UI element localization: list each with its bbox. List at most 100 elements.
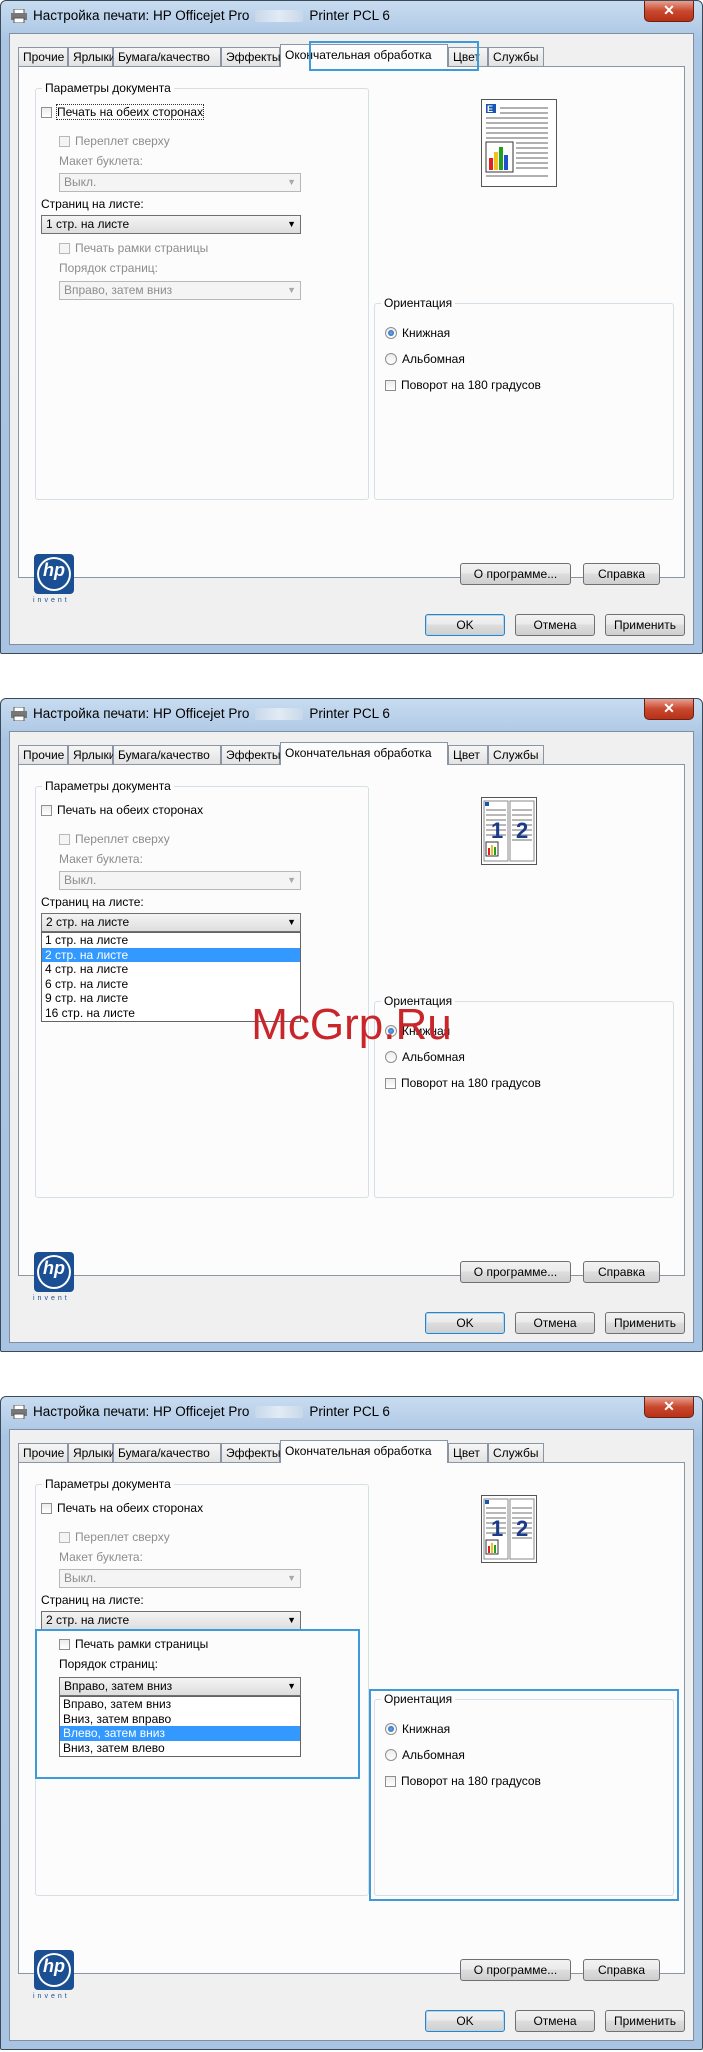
hp-logo-text: hp <box>43 560 65 580</box>
tab-shortcuts[interactable]: Ярлыки <box>68 1443 116 1462</box>
dialog-client: Прочие Ярлыки Бумага/качество Эффекты Ок… <box>9 33 694 645</box>
about-button[interactable]: О программе... <box>460 1261 571 1283</box>
page-order-dropdown[interactable]: Вправо, затем вниз ▼ <box>59 281 301 300</box>
pages-per-sheet-dropdown[interactable]: 2 стр. на листе ▼ <box>41 1611 301 1630</box>
list-item[interactable]: 4 стр. на листе <box>42 962 300 977</box>
landscape-radio[interactable]: Альбомная <box>385 1748 465 1763</box>
tab-color[interactable]: Цвет <box>448 47 488 66</box>
pages-per-sheet-dropdown[interactable]: 2 стр. на листе ▼ <box>41 913 301 932</box>
tab-effects[interactable]: Эффекты <box>221 1443 281 1462</box>
about-button[interactable]: О программе... <box>460 1959 571 1981</box>
ok-button[interactable]: OK <box>425 2010 505 2032</box>
print-settings-window-3: Настройка печати: HP Officejet Pro Printe… <box>0 1396 703 2050</box>
flip-top-checkbox[interactable]: Переплет сверху <box>59 134 170 149</box>
tab-paper-quality[interactable]: Бумага/качество <box>113 47 221 66</box>
list-item-selected[interactable]: 2 стр. на листе <box>42 947 300 963</box>
list-item[interactable]: 6 стр. на листе <box>42 977 300 992</box>
list-item-selected[interactable]: Влево, затем вниз <box>60 1726 300 1741</box>
pages-per-sheet-value: 2 стр. на листе <box>46 915 130 929</box>
tab-finishing[interactable]: Окончательная обработка <box>280 44 448 67</box>
duplex-checkbox[interactable]: Печать на обеих сторонах <box>41 1501 203 1516</box>
booklet-value: Выкл. <box>64 873 97 887</box>
apply-button[interactable]: Применить <box>605 1312 685 1334</box>
rotate-checkbox[interactable]: Поворот на 180 градусов <box>385 1774 541 1789</box>
tab-other[interactable]: Прочие <box>18 1443 68 1462</box>
tab-color[interactable]: Цвет <box>448 745 488 764</box>
svg-text:E: E <box>487 104 493 114</box>
tab-services[interactable]: Службы <box>488 745 544 764</box>
tab-other[interactable]: Прочие <box>18 745 68 764</box>
tab-services[interactable]: Службы <box>488 47 544 66</box>
chevron-down-icon: ▼ <box>287 177 296 187</box>
booklet-dropdown[interactable]: Выкл. ▼ <box>59 173 301 192</box>
about-button[interactable]: О программе... <box>460 563 571 585</box>
two-up-preview-icon: 1 2 <box>483 1498 535 1560</box>
page-order-label: Порядок страниц: <box>59 1657 158 1671</box>
window-title: Настройка печати: HP Officejet Pro Printe… <box>33 1404 390 1419</box>
help-button[interactable]: Справка <box>583 1959 660 1981</box>
list-item[interactable]: Вправо, затем вниз <box>60 1697 300 1712</box>
tab-shortcuts[interactable]: Ярлыки <box>68 47 116 66</box>
finishing-panel: Параметры документа Печать на обеих стор… <box>18 1462 685 2000</box>
list-item[interactable]: Вниз, затем вправо <box>60 1712 300 1727</box>
page-order-list: Вправо, затем вниз Вниз, затем вправо Вл… <box>59 1696 301 1757</box>
tab-finishing[interactable]: Окончательная обработка <box>280 1440 448 1463</box>
document-preview-icon: E <box>485 104 548 177</box>
page-order-dropdown[interactable]: Вправо, затем вниз ▼ <box>59 1677 301 1696</box>
close-button[interactable]: ✕ <box>644 1 694 22</box>
flip-top-checkbox[interactable]: Переплет сверху <box>59 832 170 847</box>
ok-button[interactable]: OK <box>425 614 505 636</box>
checkbox-box[interactable] <box>41 107 52 118</box>
tab-services[interactable]: Службы <box>488 1443 544 1462</box>
tab-paper-quality[interactable]: Бумага/качество <box>113 745 221 764</box>
cancel-button[interactable]: Отмена <box>515 1312 595 1334</box>
pages-per-sheet-label: Страниц на листе: <box>41 1593 144 1607</box>
portrait-radio[interactable]: Книжная <box>385 1722 450 1737</box>
portrait-label: Книжная <box>402 1722 451 1736</box>
tab-other[interactable]: Прочие <box>18 47 68 66</box>
ok-button[interactable]: OK <box>425 1312 505 1334</box>
booklet-dropdown[interactable]: Выкл. ▼ <box>59 1569 301 1588</box>
portrait-label: Книжная <box>402 326 451 340</box>
duplex-label: Печать на обеих сторонах <box>57 1501 204 1515</box>
cancel-button[interactable]: Отмена <box>515 2010 595 2032</box>
duplex-checkbox[interactable]: Печать на обеих сторонах <box>41 803 203 818</box>
radio-on[interactable] <box>385 327 397 339</box>
page-borders-checkbox[interactable]: Печать рамки страницы <box>59 1637 208 1652</box>
radio-off[interactable] <box>385 353 397 365</box>
close-button[interactable]: ✕ <box>644 1397 694 1418</box>
tab-effects[interactable]: Эффекты <box>221 47 281 66</box>
help-button[interactable]: Справка <box>583 1261 660 1283</box>
booklet-dropdown[interactable]: Выкл. ▼ <box>59 871 301 890</box>
cancel-button[interactable]: Отмена <box>515 614 595 636</box>
tab-color[interactable]: Цвет <box>448 1443 488 1462</box>
rotate-label: Поворот на 180 градусов <box>401 1774 541 1788</box>
flip-top-checkbox[interactable]: Переплет сверху <box>59 1530 170 1545</box>
tab-effects[interactable]: Эффекты <box>221 745 281 764</box>
pages-per-sheet-dropdown[interactable]: 1 стр. на листе ▼ <box>41 215 301 234</box>
hp-invent-text: invent <box>33 1295 70 1302</box>
close-button[interactable]: ✕ <box>644 699 694 720</box>
apply-button[interactable]: Применить <box>605 2010 685 2032</box>
flip-top-label: Переплет сверху <box>75 1530 170 1544</box>
orientation-label: Ориентация <box>381 296 456 310</box>
tab-shortcuts[interactable]: Ярлыки <box>68 745 116 764</box>
portrait-radio[interactable]: Книжная <box>385 326 450 341</box>
page-borders-checkbox[interactable]: Печать рамки страницы <box>59 241 208 256</box>
list-item[interactable]: Вниз, затем влево <box>60 1741 300 1756</box>
rotate-checkbox[interactable]: Поворот на 180 градусов <box>385 378 541 393</box>
title-bar: Настройка печати: HP Officejet Pro Printe… <box>1 1397 702 1427</box>
apply-button[interactable]: Применить <box>605 614 685 636</box>
landscape-radio[interactable]: Альбомная <box>385 1050 465 1065</box>
rotate-checkbox[interactable]: Поворот на 180 градусов <box>385 1076 541 1091</box>
tab-paper-quality[interactable]: Бумага/качество <box>113 1443 221 1462</box>
hp-logo-text: hp <box>43 1258 65 1278</box>
help-button[interactable]: Справка <box>583 563 660 585</box>
landscape-radio[interactable]: Альбомная <box>385 352 465 367</box>
list-item[interactable]: 1 стр. на листе <box>42 933 300 948</box>
tab-finishing[interactable]: Окончательная обработка <box>280 742 448 765</box>
booklet-label: Макет буклета: <box>59 154 143 168</box>
landscape-label: Альбомная <box>402 1748 465 1762</box>
duplex-checkbox[interactable]: Печать на обеих сторонах <box>41 104 205 120</box>
page-order-label: Порядок страниц: <box>59 261 158 275</box>
